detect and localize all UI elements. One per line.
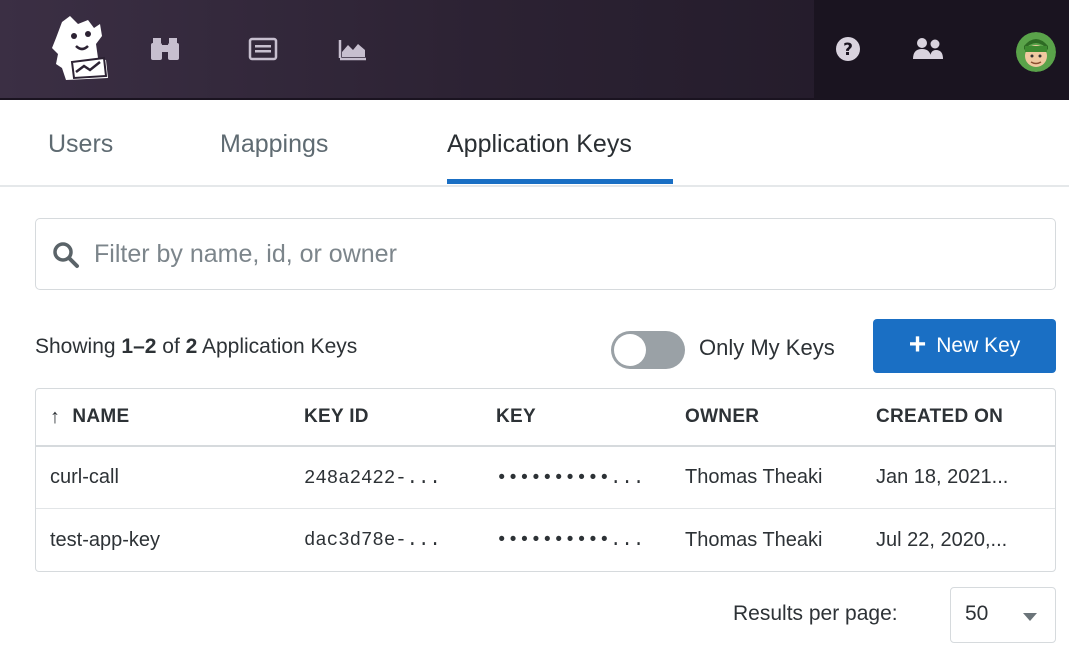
metrics-chart-icon[interactable] xyxy=(338,36,368,62)
monitor-icon[interactable] xyxy=(248,36,278,62)
column-header-owner[interactable]: OWNER xyxy=(685,389,875,445)
top-nav-bar: ? xyxy=(0,0,1069,100)
key-id-cell: dac3d78e-... xyxy=(304,529,441,551)
owner-cell: Thomas Theaki xyxy=(685,528,823,551)
svg-text:?: ? xyxy=(843,40,853,60)
tab-application-keys[interactable]: Application Keys xyxy=(447,130,632,159)
column-header-name-label: NAME xyxy=(72,406,130,427)
search-icon xyxy=(52,241,80,269)
results-per-page-label: Results per page: xyxy=(733,602,898,625)
table-header-row: ↑ NAME KEY ID KEY OWNER CREATED ON xyxy=(36,389,1055,447)
binoculars-icon[interactable] xyxy=(150,36,180,62)
results-per-page-value: 50 xyxy=(965,602,989,625)
column-header-key-id[interactable]: KEY ID xyxy=(304,389,489,445)
column-header-name[interactable]: ↑ NAME xyxy=(50,389,290,445)
new-key-label: New Key xyxy=(936,334,1021,357)
key-name-cell: curl-call xyxy=(50,466,119,488)
summary-of: of xyxy=(156,335,186,358)
filter-search-box[interactable] xyxy=(35,218,1056,290)
key-id-cell: 248a2422-... xyxy=(304,466,441,489)
active-tab-indicator xyxy=(447,179,673,184)
plus-icon: + xyxy=(908,327,927,361)
tab-bar: Users Mappings Application Keys xyxy=(0,100,1069,187)
summary-total: 2 xyxy=(185,335,198,358)
help-icon[interactable]: ? xyxy=(833,34,863,64)
key-value-cell: ••••••••••... xyxy=(496,466,645,489)
table-row[interactable]: test-app-key dac3d78e-... ••••••••••... … xyxy=(36,509,1055,571)
summary-range: 1–2 xyxy=(121,335,157,358)
team-icon[interactable] xyxy=(910,34,946,64)
key-value-cell: ••••••••••... xyxy=(496,529,645,551)
only-my-keys-label: Only My Keys xyxy=(699,335,835,360)
created-on-cell: Jan 18, 2021... xyxy=(876,466,1009,488)
results-per-page-select[interactable]: 50 xyxy=(950,587,1056,643)
application-keys-table: ↑ NAME KEY ID KEY OWNER CREATED ON curl-… xyxy=(35,388,1056,572)
column-header-key[interactable]: KEY xyxy=(496,389,676,445)
toggle-knob xyxy=(614,334,646,366)
summary-prefix: Showing xyxy=(35,335,122,358)
created-on-cell: Jul 22, 2020,... xyxy=(876,528,1008,551)
tab-mappings[interactable]: Mappings xyxy=(220,130,328,159)
only-my-keys-toggle[interactable] xyxy=(611,331,685,369)
results-summary: Showing 1–2 of 2 Application Keys xyxy=(35,335,357,359)
new-key-button[interactable]: + New Key xyxy=(873,319,1056,373)
sort-ascending-icon: ↑ xyxy=(50,405,61,428)
avatar[interactable] xyxy=(1016,32,1056,72)
key-name-cell: test-app-key xyxy=(50,528,161,551)
tab-users[interactable]: Users xyxy=(48,130,113,159)
chevron-down-icon xyxy=(1023,613,1037,621)
dog-logo-icon[interactable] xyxy=(48,14,114,84)
owner-cell: Thomas Theaki xyxy=(685,466,823,488)
table-row[interactable]: curl-call 248a2422-... ••••••••••... Tho… xyxy=(36,447,1055,509)
column-header-created-on[interactable]: CREATED ON xyxy=(876,389,1054,445)
summary-suffix: Application Keys xyxy=(197,335,358,358)
search-input[interactable] xyxy=(94,234,1034,274)
